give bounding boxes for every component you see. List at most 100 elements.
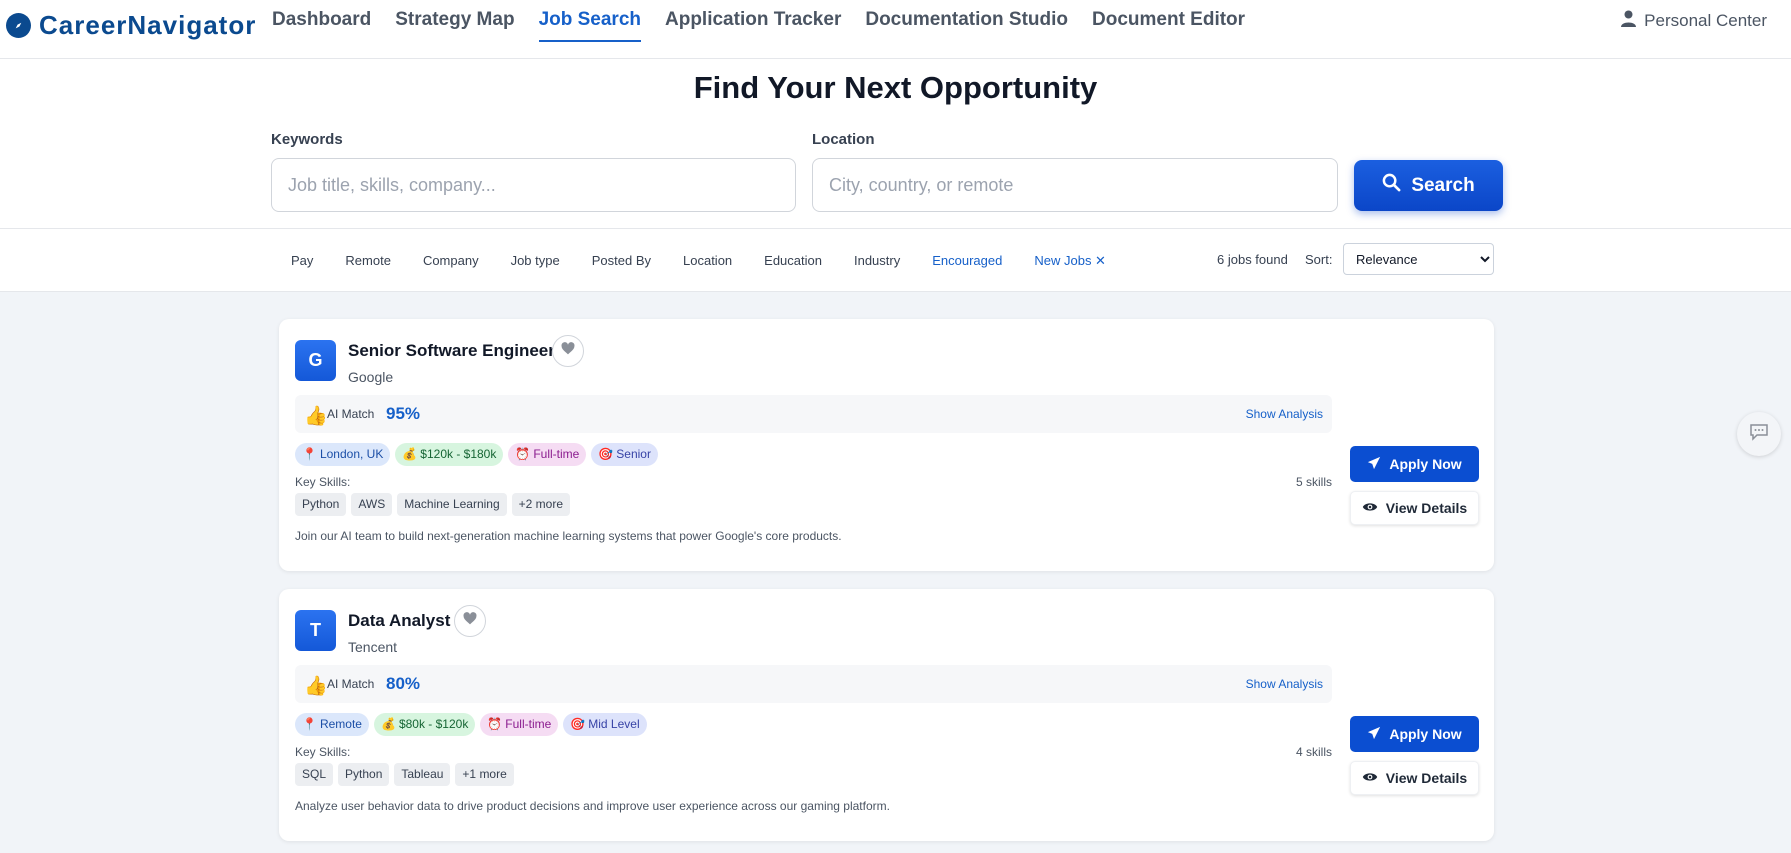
- ai-match-score: 95%: [386, 404, 421, 423]
- job-description: Join our AI team to build next-generatio…: [295, 529, 842, 543]
- company-name: Google: [348, 369, 394, 385]
- eye-icon: [1362, 770, 1378, 786]
- view-details-button[interactable]: View Details: [1350, 761, 1479, 795]
- salary-tag-text: $120k - $180k: [420, 447, 497, 461]
- salary-tag: 💰 $120k - $180k: [395, 443, 504, 466]
- pin-icon: 📍: [302, 717, 317, 731]
- skill-count: 5 skills: [1295, 475, 1332, 489]
- job-type-tag-text: Full-time: [505, 717, 552, 731]
- more-skills-chip[interactable]: +1 more: [455, 763, 514, 786]
- job-card: G Senior Software Engineer Google 👍 AI M…: [279, 319, 1494, 571]
- location-tag: 📍 London, UK: [295, 443, 391, 466]
- search-section: Find Your Next Opportunity Keywords Loca…: [0, 59, 1791, 229]
- filter-location[interactable]: Location: [667, 253, 748, 268]
- filter-encouraged[interactable]: Encouraged: [916, 253, 1018, 268]
- target-icon: 🎯: [598, 447, 614, 461]
- nav-dashboard[interactable]: Dashboard: [272, 0, 371, 42]
- job-type-tag: ⏰ Full-time: [508, 443, 587, 466]
- filter-pay[interactable]: Pay: [275, 253, 329, 268]
- company-name: Tencent: [348, 639, 398, 655]
- personal-center-link[interactable]: Personal Center: [1621, 10, 1767, 32]
- skill-chip: SQL: [295, 763, 334, 786]
- alarm-clock-icon: ⏰: [515, 447, 531, 461]
- salary-tag: 💰 $80k - $120k: [373, 713, 476, 736]
- filter-new-jobs[interactable]: New Jobs ✕: [1018, 253, 1122, 269]
- nav-strategy-map[interactable]: Strategy Map: [395, 0, 514, 42]
- job-type-tag: ⏰ Full-time: [480, 713, 559, 736]
- more-skills-chip[interactable]: +2 more: [511, 493, 571, 516]
- apply-now-button[interactable]: Apply Now: [1350, 446, 1479, 482]
- filter-bar: Pay Remote Company Job type Posted By Lo…: [0, 229, 1791, 292]
- money-bag-icon: 💰: [380, 717, 396, 731]
- filter-list: Pay Remote Company Job type Posted By Lo…: [275, 229, 1122, 292]
- send-icon: [1367, 456, 1381, 473]
- skill-chip: Machine Learning: [397, 493, 507, 516]
- salary-tag-text: $80k - $120k: [398, 717, 469, 731]
- ai-match-score: 80%: [386, 674, 421, 693]
- nav-document-editor[interactable]: Document Editor: [1092, 0, 1245, 42]
- skills-list: Python AWS Machine Learning +2 more: [295, 493, 571, 516]
- save-job-button[interactable]: [552, 335, 584, 367]
- view-details-label: View Details: [1385, 500, 1468, 516]
- company-logo: T: [295, 610, 336, 651]
- job-type-tag-text: Full-time: [533, 447, 580, 461]
- level-tag-text: Mid Level: [588, 717, 640, 731]
- search-button[interactable]: Search: [1354, 160, 1503, 211]
- filter-posted-by[interactable]: Posted By: [576, 253, 667, 268]
- nav-application-tracker[interactable]: Application Tracker: [665, 0, 841, 42]
- location-label: Location: [812, 131, 875, 148]
- sort-select[interactable]: Relevance: [1343, 243, 1494, 275]
- thumbs-up-icon: 👍: [304, 676, 328, 697]
- ai-match-label: AI Match: [327, 677, 375, 691]
- nav-job-search[interactable]: Job Search: [538, 0, 641, 42]
- job-description: Analyze user behavior data to drive prod…: [295, 799, 890, 813]
- skill-chip: Python: [295, 493, 347, 516]
- ai-match-label: AI Match: [327, 407, 375, 421]
- view-details-label: View Details: [1385, 770, 1468, 786]
- company-logo: G: [295, 340, 336, 381]
- level-tag-text: Senior: [616, 447, 651, 461]
- level-tag: 🎯 Mid Level: [563, 713, 647, 736]
- key-skills-label: Key Skills:: [295, 475, 351, 489]
- keywords-label: Keywords: [271, 131, 343, 148]
- target-icon: 🎯: [570, 717, 586, 731]
- skills-list: SQL Python Tableau +1 more: [295, 763, 514, 786]
- send-icon: [1367, 726, 1381, 743]
- job-tags: 📍 Remote 💰 $80k - $120k ⏰ Full-time 🎯 Mid Le…: [295, 713, 647, 736]
- apply-now-label: Apply Now: [1389, 726, 1462, 742]
- location-input[interactable]: [812, 158, 1338, 212]
- apply-now-button[interactable]: Apply Now: [1350, 716, 1479, 752]
- apply-now-label: Apply Now: [1389, 456, 1462, 472]
- job-title[interactable]: Data Analyst: [348, 611, 450, 631]
- eye-icon: [1362, 500, 1378, 516]
- view-details-button[interactable]: View Details: [1350, 491, 1479, 525]
- skill-chip: Python: [338, 763, 390, 786]
- page-title: Find Your Next Opportunity: [693, 70, 1098, 105]
- job-title[interactable]: Senior Software Engineer: [348, 341, 555, 361]
- keywords-input[interactable]: [271, 158, 796, 212]
- brand-logo[interactable]: CareerNavigator: [6, 10, 256, 41]
- brand-name: CareerNavigator: [39, 10, 257, 40]
- user-icon: [1621, 10, 1637, 32]
- skill-count: 4 skills: [1295, 745, 1332, 759]
- key-skills-label: Key Skills:: [295, 745, 351, 759]
- filter-company[interactable]: Company: [407, 253, 495, 268]
- filter-job-type[interactable]: Job type: [495, 253, 576, 268]
- nav-documentation-studio[interactable]: Documentation Studio: [865, 0, 1068, 42]
- filter-remote[interactable]: Remote: [329, 253, 407, 268]
- chat-button[interactable]: [1737, 412, 1781, 456]
- alarm-clock-icon: ⏰: [487, 717, 503, 731]
- top-navbar: CareerNavigator Dashboard Strategy Map J…: [0, 0, 1791, 59]
- search-button-label: Search: [1411, 174, 1475, 196]
- filter-education[interactable]: Education: [748, 253, 838, 268]
- skill-chip: Tableau: [394, 763, 451, 786]
- location-tag-text: Remote: [319, 717, 362, 731]
- personal-center-label: Personal Center: [1644, 11, 1767, 30]
- pin-icon: 📍: [302, 447, 317, 461]
- save-job-button[interactable]: [454, 605, 486, 637]
- filter-industry[interactable]: Industry: [838, 253, 916, 268]
- show-analysis-link[interactable]: Show Analysis: [1246, 407, 1323, 421]
- show-analysis-link[interactable]: Show Analysis: [1246, 677, 1323, 691]
- ai-match-bar: 👍 AI Match 80% Show Analysis: [295, 665, 1332, 703]
- heart-icon: [463, 612, 477, 630]
